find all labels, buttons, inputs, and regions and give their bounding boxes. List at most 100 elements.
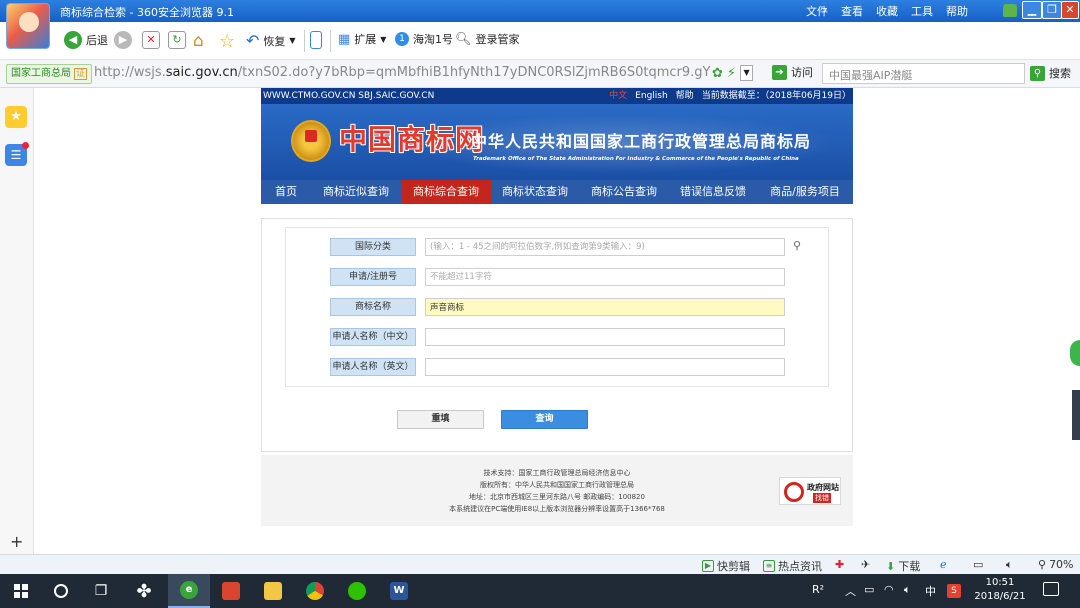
refresh-icon: ↻ — [168, 31, 186, 49]
org-name-cn: 中华人民共和国国家工商行政管理总局商标局 — [471, 132, 812, 151]
applicant-cn-input[interactable] — [425, 328, 785, 346]
site-footer: 技术支持：国家工商行政管理总局经济信息中心 版权所有：中华人民共和国国家工商行政… — [261, 455, 853, 526]
extensions-button[interactable]: ▦ 扩展 ▼ — [338, 31, 386, 47]
search-input[interactable]: 中国最强AIP潜艇 — [822, 63, 1025, 84]
url-dropdown-icon[interactable]: ▼ — [740, 65, 754, 81]
gov-site-badge[interactable]: 政府网站 找错 — [779, 477, 841, 505]
volume-icon[interactable]: 🔈︎ — [1006, 558, 1013, 572]
restore-button[interactable]: ❐ — [1042, 1, 1062, 19]
menu-help[interactable]: 帮助 — [946, 3, 968, 19]
pin-icon[interactable]: ✈ — [861, 558, 870, 571]
nav-status-search[interactable]: 商标状态查询 — [491, 180, 579, 204]
nav-announcement-search[interactable]: 商标公告查询 — [579, 180, 669, 204]
menu-file[interactable]: 文件 — [806, 3, 828, 19]
haitao-icon: 1 — [395, 32, 409, 46]
site-nav: 首页 商标近似查询 商标综合查询 商标状态查询 商标公告查询 错误信息反馈 商品… — [261, 180, 853, 204]
lang-chinese-link[interactable]: 中文 — [609, 88, 627, 104]
search-form-panel: 国际分类 ⚲ 申请/注册号 商标名称 申请人名称（中文） 申请人名称（英文） 重… — [261, 218, 853, 452]
refresh-button[interactable]: ↻ — [168, 31, 186, 49]
search-button[interactable]: ⚲ 搜索 — [1030, 65, 1071, 81]
browser-logo — [6, 3, 50, 49]
taskbar-wechat[interactable] — [336, 574, 378, 608]
menu-tools[interactable]: 工具 — [911, 3, 933, 19]
nav-similar-search[interactable]: 商标近似查询 — [311, 180, 401, 204]
start-button[interactable] — [0, 574, 42, 608]
hot-news-button[interactable]: ≡ 热点资讯 — [763, 558, 822, 574]
haitao-button[interactable]: 1 海淘1号 — [395, 31, 453, 47]
restore-tabs-button[interactable]: ↶ 恢复 ▼ — [246, 31, 296, 50]
browser-360-icon: e — [180, 581, 198, 599]
zoom-control[interactable]: ⚲ 70% — [1038, 558, 1074, 571]
minimize-button[interactable]: ▁ — [1022, 1, 1042, 19]
reg-number-input[interactable] — [425, 268, 785, 286]
footer-browser-note: 本系统建议在PC端使用IE8以上版本浏览器分辨率设置高于1366*768 — [449, 505, 665, 513]
favorites-star-icon[interactable]: ★ — [5, 106, 27, 128]
news-feed-icon[interactable]: ☰ — [5, 142, 29, 166]
certificate-icon: 证 — [74, 68, 88, 80]
taskbar-app-red[interactable] — [210, 574, 252, 608]
clock-date: 2018/6/21 — [974, 591, 1026, 602]
stop-button[interactable]: ✕ — [142, 31, 160, 49]
speed-mode-icon[interactable]: ⚡ — [727, 66, 736, 81]
site-certification-tag[interactable]: 国家工商总局 证 — [6, 64, 93, 84]
intl-class-input[interactable] — [425, 238, 785, 256]
login-manager-button[interactable]: 🔍︎ 登录管家 — [455, 31, 520, 47]
people-icon[interactable]: R² — [812, 583, 824, 596]
favorite-button[interactable]: ☆ — [219, 31, 235, 52]
tablet-icon — [310, 31, 322, 49]
ime-indicator[interactable]: 中 — [925, 583, 936, 599]
taskbar-app-pinwheel[interactable]: ✤ — [123, 574, 165, 608]
help-link[interactable]: 帮助 — [676, 88, 694, 104]
footer-copyright: 版权所有：中华人民共和国国家工商行政管理总局 — [480, 481, 634, 489]
close-button[interactable]: ✕ — [1061, 1, 1079, 19]
cortana-button[interactable] — [40, 574, 82, 608]
back-button[interactable]: ◀ 后退 — [64, 31, 108, 49]
caret-down-icon: ▼ — [289, 36, 296, 45]
lang-english-link[interactable]: English — [635, 88, 668, 104]
plugin-icon[interactable]: ✚ — [835, 558, 844, 571]
nav-comprehensive-search[interactable]: 商标综合查询 — [401, 180, 491, 204]
zoom-level: 70% — [1049, 558, 1074, 571]
power-icon[interactable]: ▭ — [864, 583, 874, 596]
notification-center-icon[interactable] — [1043, 582, 1059, 596]
nav-home[interactable]: 首页 — [261, 180, 311, 204]
taskbar-app-360browser[interactable]: e — [168, 574, 210, 608]
menu-favorites[interactable]: 收藏 — [876, 3, 898, 19]
go-button[interactable]: ➔ 访问 — [772, 64, 813, 80]
reset-button[interactable]: 重填 — [397, 410, 484, 429]
nav-error-feedback[interactable]: 错误信息反馈 — [669, 180, 757, 204]
task-view-button[interactable]: ❐ — [80, 574, 122, 608]
taskbar-chrome[interactable] — [294, 574, 336, 608]
nav-goods-services[interactable]: 商品/服务项目 — [757, 180, 853, 204]
undo-icon: ↶ — [246, 31, 260, 50]
trademark-name-input[interactable] — [425, 298, 785, 316]
system-clock[interactable]: 10:51 2018/6/21 — [968, 576, 1032, 604]
speaker-icon[interactable]: 🔈︎ — [904, 583, 911, 597]
chrome-icon — [306, 582, 324, 600]
floating-assistant-tab[interactable] — [1070, 340, 1080, 366]
window-mode-icon[interactable]: ▭ — [973, 558, 983, 571]
tray-expand-icon[interactable]: ︿ — [845, 583, 856, 599]
query-button[interactable]: 查询 — [501, 410, 588, 429]
word-icon: W — [390, 582, 408, 600]
tablet-button[interactable] — [310, 31, 322, 49]
taskbar-word[interactable]: W — [378, 574, 420, 608]
ie-mode-icon[interactable]: ℯ — [940, 558, 947, 571]
floating-side-widget[interactable] — [1072, 390, 1080, 440]
compat-mode-icon[interactable]: ✿ — [712, 66, 723, 81]
menu-bar: 文件 查看 收藏 工具 帮助 — [806, 3, 968, 19]
forward-button[interactable]: ▶ — [114, 31, 132, 49]
quick-clip-button[interactable]: ▶ 快剪辑 — [702, 558, 750, 574]
cortana-circle-icon — [54, 584, 68, 598]
taskbar-file-explorer[interactable] — [252, 574, 294, 608]
add-panel-icon[interactable]: + — [10, 532, 23, 551]
applicant-en-input[interactable] — [425, 358, 785, 376]
home-button[interactable]: ⌂ — [193, 31, 204, 51]
download-button[interactable]: ⬇ 下载 — [886, 558, 920, 574]
skin-tshirt-icon[interactable] — [1003, 4, 1017, 17]
sogou-ime-icon[interactable]: S — [947, 584, 961, 598]
search-icon[interactable]: ⚲ — [793, 239, 801, 252]
wifi-icon[interactable]: ◠ — [884, 583, 894, 596]
url-input[interactable]: http://wsjs.saic.gov.cn/txnS02.do?y7bRbp… — [94, 65, 710, 80]
menu-view[interactable]: 查看 — [841, 3, 863, 19]
